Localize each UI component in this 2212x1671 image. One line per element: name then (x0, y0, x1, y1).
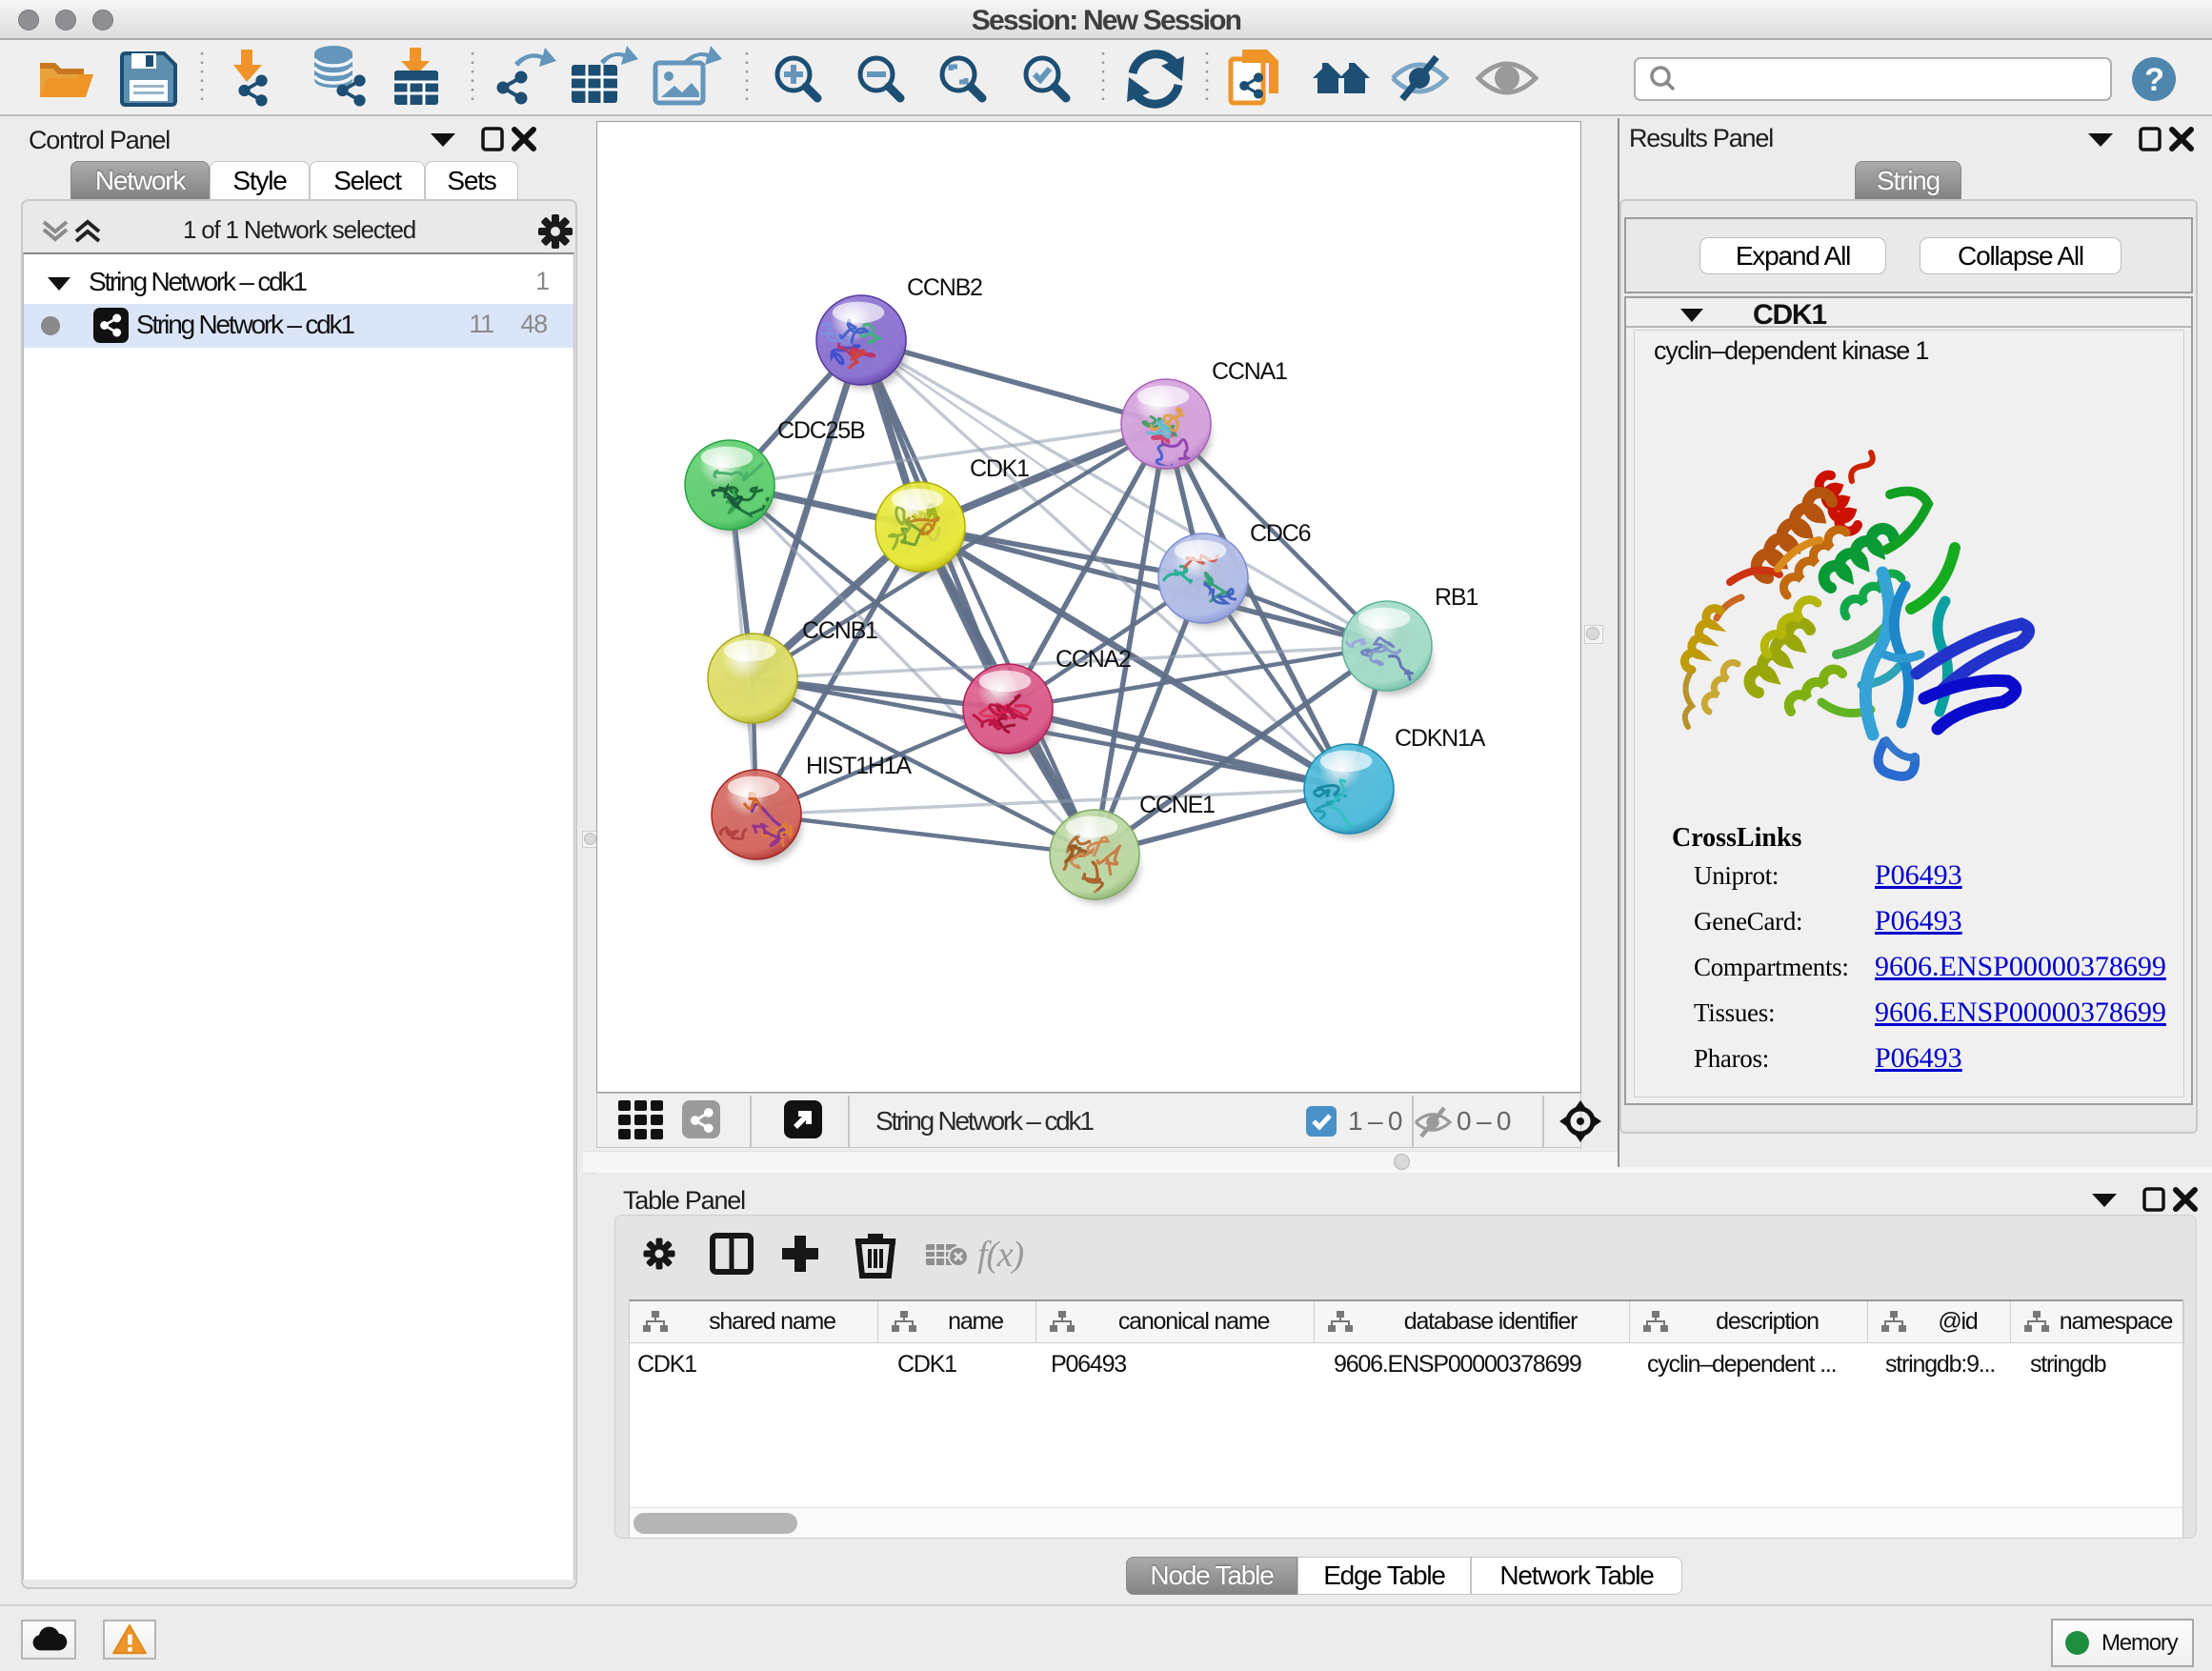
svg-text:CDK1: CDK1 (970, 455, 1029, 482)
svg-text:CCNA2: CCNA2 (1056, 646, 1131, 673)
svg-text:f(x): f(x) (977, 1235, 1023, 1275)
svg-text:CDKN1A: CDKN1A (1395, 725, 1486, 752)
svg-text:CCNB2: CCNB2 (907, 274, 982, 301)
svg-text:CCNE1: CCNE1 (1139, 792, 1215, 818)
svg-text:CCNB1: CCNB1 (802, 617, 877, 644)
svg-text:?: ? (2144, 62, 2163, 98)
svg-text:CDC25B: CDC25B (777, 417, 865, 444)
svg-text:CDC6: CDC6 (1250, 520, 1311, 547)
svg-text:HIST1H1A: HIST1H1A (806, 753, 912, 779)
svg-text:RB1: RB1 (1435, 584, 1478, 611)
svg-text:CCNA1: CCNA1 (1212, 358, 1287, 385)
